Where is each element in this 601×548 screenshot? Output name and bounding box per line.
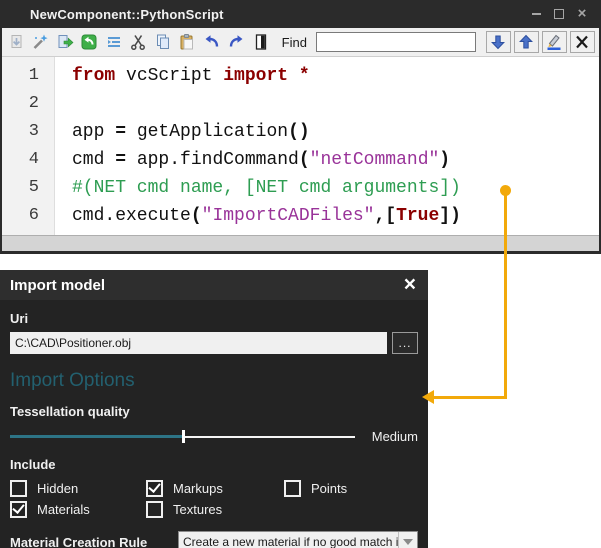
undo-icon[interactable]: [202, 32, 222, 52]
dialog-title: Import model: [0, 277, 105, 294]
checkbox-hidden[interactable]: Hidden: [10, 479, 146, 497]
paste-icon[interactable]: [178, 32, 198, 52]
tessellation-slider-row: Medium: [10, 429, 418, 444]
checkbox-points[interactable]: Points: [284, 479, 418, 497]
material-rule-row: Material Creation Rule Create a new mate…: [10, 531, 418, 548]
code-line: [72, 90, 599, 118]
material-creation-rule-label: Material Creation Rule: [10, 535, 178, 548]
checkbox-label: Markups: [173, 481, 223, 496]
code-line: from vcScript import *: [72, 62, 599, 90]
dialog-body: Uri ... Import Options Tessellation qual…: [0, 311, 428, 548]
connector-vertical-line: [504, 191, 507, 398]
material-rule-dropdown[interactable]: Create a new material if no good match i…: [178, 531, 418, 548]
checkbox-label: Materials: [37, 502, 90, 517]
code-line: cmd = app.findCommand("netCommand"): [72, 146, 599, 174]
line-number: 6: [2, 202, 54, 230]
tessellation-slider[interactable]: [10, 429, 355, 444]
redo-icon[interactable]: [227, 32, 247, 52]
minimize-button[interactable]: [529, 7, 543, 21]
window-controls: ×: [529, 7, 601, 21]
editor-toolbar: Find: [2, 28, 599, 57]
indent-icon[interactable]: [104, 32, 124, 52]
export-script-icon[interactable]: [55, 32, 75, 52]
slider-track: [183, 436, 356, 438]
uri-row: ...: [10, 332, 418, 354]
code-editor[interactable]: 123456 from vcScript import * app = getA…: [2, 57, 599, 235]
highlighter-icon: [545, 33, 563, 51]
close-icon: ×: [578, 7, 587, 21]
new-page-icon[interactable]: [251, 32, 271, 52]
browse-button[interactable]: ...: [392, 332, 418, 354]
script-wizard-icon[interactable]: [31, 32, 51, 52]
dialog-close-button[interactable]: ×: [404, 271, 428, 299]
editor-statusbar: [2, 235, 599, 251]
checked-checkbox-icon[interactable]: [146, 480, 163, 497]
find-input[interactable]: [316, 32, 476, 52]
checkbox-materials[interactable]: Materials: [10, 500, 146, 518]
copy-icon[interactable]: [153, 32, 173, 52]
cut-icon[interactable]: [129, 32, 149, 52]
minimize-icon: [532, 13, 541, 15]
slider-fill: [10, 435, 183, 438]
include-label: Include: [10, 457, 418, 472]
unchecked-checkbox-icon[interactable]: [10, 480, 27, 497]
find-buttons: [486, 31, 595, 53]
python-editor-window: NewComponent::PythonScript ×: [0, 0, 601, 254]
line-number: 5: [2, 174, 54, 202]
code-line: cmd.execute("ImportCADFiles",[True]): [72, 202, 599, 230]
import-script-icon[interactable]: [6, 32, 26, 52]
line-number: 3: [2, 118, 54, 146]
checked-checkbox-icon[interactable]: [10, 501, 27, 518]
line-number: 1: [2, 62, 54, 90]
line-number: 2: [2, 90, 54, 118]
clear-x-icon: [573, 33, 591, 51]
material-rule-value: Create a new material if no good match i…: [179, 535, 398, 548]
maximize-button[interactable]: [552, 7, 566, 21]
uri-input[interactable]: [10, 332, 387, 354]
find-label: Find: [282, 35, 307, 50]
unchecked-checkbox-icon[interactable]: [146, 501, 163, 518]
find-previous-button[interactable]: [514, 31, 539, 53]
clear-find-button[interactable]: [570, 31, 595, 53]
connector-arrowhead-icon: [422, 390, 434, 404]
close-button[interactable]: ×: [575, 7, 589, 21]
code-line: app = getApplication(): [72, 118, 599, 146]
include-checkbox-grid: Hidden Markups Points Materials Textures: [10, 479, 418, 518]
slider-thumb[interactable]: [182, 430, 185, 443]
line-number-gutter: 123456: [2, 57, 55, 235]
checkbox-label: Hidden: [37, 481, 78, 496]
line-number: 4: [2, 146, 54, 174]
checkbox-label: Textures: [173, 502, 222, 517]
checkbox-textures[interactable]: Textures: [146, 500, 284, 518]
code-lines[interactable]: from vcScript import * app = getApplicat…: [55, 57, 599, 235]
code-line: #(NET cmd name, [NET cmd arguments]): [72, 174, 599, 202]
tessellation-value: Medium: [372, 429, 418, 444]
revert-script-icon[interactable]: [80, 32, 100, 52]
dialog-header[interactable]: Import model ×: [0, 270, 428, 300]
checkbox-label: Points: [311, 481, 347, 496]
tessellation-quality-label: Tessellation quality: [10, 404, 418, 419]
highlight-matches-button[interactable]: [542, 31, 567, 53]
connector-horizontal-line: [433, 396, 507, 399]
checkmark-icon: [148, 480, 160, 493]
import-model-dialog: Import model × Uri ... Import Options Te…: [0, 270, 428, 548]
unchecked-checkbox-icon[interactable]: [284, 480, 301, 497]
screenshot-root: NewComponent::PythonScript ×: [0, 0, 601, 548]
import-options-heading: Import Options: [10, 370, 418, 392]
find-next-button[interactable]: [486, 31, 511, 53]
arrow-down-icon: [489, 33, 507, 51]
chevron-down-icon: [398, 532, 417, 548]
uri-label: Uri: [10, 311, 418, 326]
editor-titlebar[interactable]: NewComponent::PythonScript ×: [0, 0, 601, 28]
editor-title: NewComponent::PythonScript: [0, 7, 224, 22]
checkbox-markups[interactable]: Markups: [146, 479, 284, 497]
maximize-icon: [554, 9, 564, 19]
checkmark-icon: [12, 501, 24, 514]
arrow-up-icon: [517, 33, 535, 51]
